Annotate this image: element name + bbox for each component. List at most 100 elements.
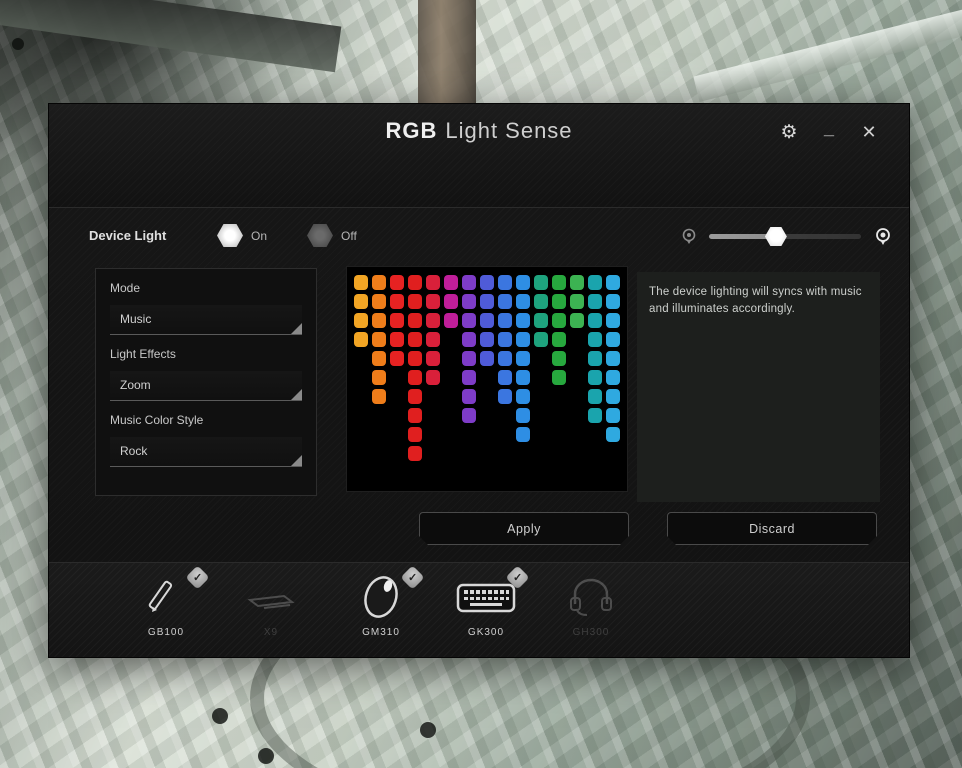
equalizer-cell xyxy=(570,294,584,309)
equalizer-cell xyxy=(462,313,476,328)
equalizer-cell xyxy=(588,332,602,347)
equalizer-column xyxy=(444,275,458,461)
equalizer-cell xyxy=(588,370,602,385)
equalizer-cell xyxy=(588,313,602,328)
music-color-style-value: Rock xyxy=(120,444,147,458)
device-gk300[interactable]: ✓ GK300 xyxy=(440,571,532,638)
equalizer-cell xyxy=(390,275,404,290)
equalizer-cell xyxy=(408,370,422,385)
equalizer-cell xyxy=(372,294,386,309)
equalizer-cell xyxy=(426,313,440,328)
equalizer-cell xyxy=(354,313,368,328)
equalizer-cell xyxy=(372,351,386,366)
headset-icon xyxy=(565,574,617,620)
equalizer-cell xyxy=(552,313,566,328)
background-dot xyxy=(258,748,274,764)
equalizer-cell xyxy=(534,332,548,347)
equalizer-cell xyxy=(552,275,566,290)
equalizer-cell xyxy=(516,370,530,385)
device-name: GM310 xyxy=(335,627,427,638)
equalizer-cell xyxy=(516,332,530,347)
mode-label: Mode xyxy=(110,281,302,295)
equalizer-cell xyxy=(570,313,584,328)
equalizer-cell xyxy=(426,275,440,290)
equalizer-cell xyxy=(462,332,476,347)
equalizer-cell xyxy=(480,275,494,290)
desktop: { "window": { "title_strong": "RGB", "ti… xyxy=(0,0,962,768)
brightness-slider-thumb[interactable] xyxy=(765,227,787,246)
equalizer-cell xyxy=(408,332,422,347)
pen-icon xyxy=(143,574,189,620)
on-label: On xyxy=(251,229,267,243)
equalizer-cell xyxy=(480,332,494,347)
equalizer-cell xyxy=(588,294,602,309)
equalizer-cell xyxy=(372,313,386,328)
apply-button[interactable]: Apply xyxy=(419,512,629,545)
equalizer-cell xyxy=(606,275,620,290)
equalizer-cell xyxy=(606,389,620,404)
window-title-light: Light Sense xyxy=(445,118,572,143)
equalizer-cell xyxy=(390,313,404,328)
equalizer-cell xyxy=(552,351,566,366)
device-light-on-radio[interactable]: On xyxy=(217,224,267,247)
dropdown-corner-icon xyxy=(291,389,302,400)
device-gh300[interactable]: GH300 xyxy=(545,571,637,638)
device-name: GH300 xyxy=(545,627,637,638)
equalizer-cell xyxy=(354,275,368,290)
light-effects-dropdown[interactable]: Zoom xyxy=(110,371,302,401)
equalizer-column xyxy=(372,275,386,461)
device-x9[interactable]: X9 xyxy=(225,571,317,638)
equalizer-cell xyxy=(426,351,440,366)
equalizer-cell xyxy=(480,294,494,309)
titlebar[interactable]: RGBLight Sense ⚙ _ ✕ xyxy=(49,104,909,208)
equalizer-cell xyxy=(390,351,404,366)
equalizer-cell xyxy=(354,294,368,309)
equalizer-cell xyxy=(426,294,440,309)
brightness-slider-track[interactable] xyxy=(709,234,861,239)
light-effects-field: Light Effects Zoom xyxy=(96,335,316,401)
background-dot xyxy=(12,38,24,50)
device-name: GB100 xyxy=(120,627,212,638)
equalizer-cell xyxy=(534,313,548,328)
device-light-row: Device Light On Off xyxy=(49,208,909,268)
equalizer-cell xyxy=(516,427,530,442)
equalizer-cell xyxy=(426,370,440,385)
equalizer-cell xyxy=(534,294,548,309)
background-pole xyxy=(418,0,476,120)
music-color-style-dropdown[interactable]: Rock xyxy=(110,437,302,467)
close-button[interactable]: ✕ xyxy=(857,120,881,144)
brightness-high-lamp-icon xyxy=(875,227,891,247)
equalizer-cell xyxy=(354,332,368,347)
equalizer-cell xyxy=(480,313,494,328)
minimize-button[interactable]: _ xyxy=(817,120,841,144)
equalizer-cell xyxy=(408,389,422,404)
equalizer-cell xyxy=(516,294,530,309)
equalizer-column xyxy=(408,275,422,461)
settings-panel: Mode Music Light Effects Zoom Music Colo… xyxy=(95,268,317,496)
mode-field: Mode Music xyxy=(96,269,316,335)
equalizer-cell xyxy=(570,275,584,290)
equalizer-cell xyxy=(588,408,602,423)
equalizer-column xyxy=(480,275,494,461)
keyboard-icon xyxy=(454,577,518,617)
equalizer-cell xyxy=(390,294,404,309)
equalizer-cell xyxy=(606,332,620,347)
equalizer-cell xyxy=(408,313,422,328)
equalizer-cell xyxy=(552,332,566,347)
equalizer-cell xyxy=(606,351,620,366)
discard-button[interactable]: Discard xyxy=(667,512,877,545)
mode-dropdown[interactable]: Music xyxy=(110,305,302,335)
equalizer-cell xyxy=(498,389,512,404)
device-light-off-radio[interactable]: Off xyxy=(307,224,357,247)
equalizer-cell xyxy=(408,294,422,309)
background-dot xyxy=(212,708,228,724)
device-gm310[interactable]: ✓ GM310 xyxy=(335,571,427,638)
equalizer-column xyxy=(606,275,620,461)
background-beam xyxy=(693,4,962,102)
device-gb100[interactable]: ✓ GB100 xyxy=(120,571,212,638)
equalizer-cell xyxy=(462,275,476,290)
window-controls: ⚙ _ ✕ xyxy=(777,120,881,144)
settings-gear-icon[interactable]: ⚙ xyxy=(777,120,801,144)
equalizer-cell xyxy=(606,408,620,423)
equalizer-column xyxy=(354,275,368,461)
